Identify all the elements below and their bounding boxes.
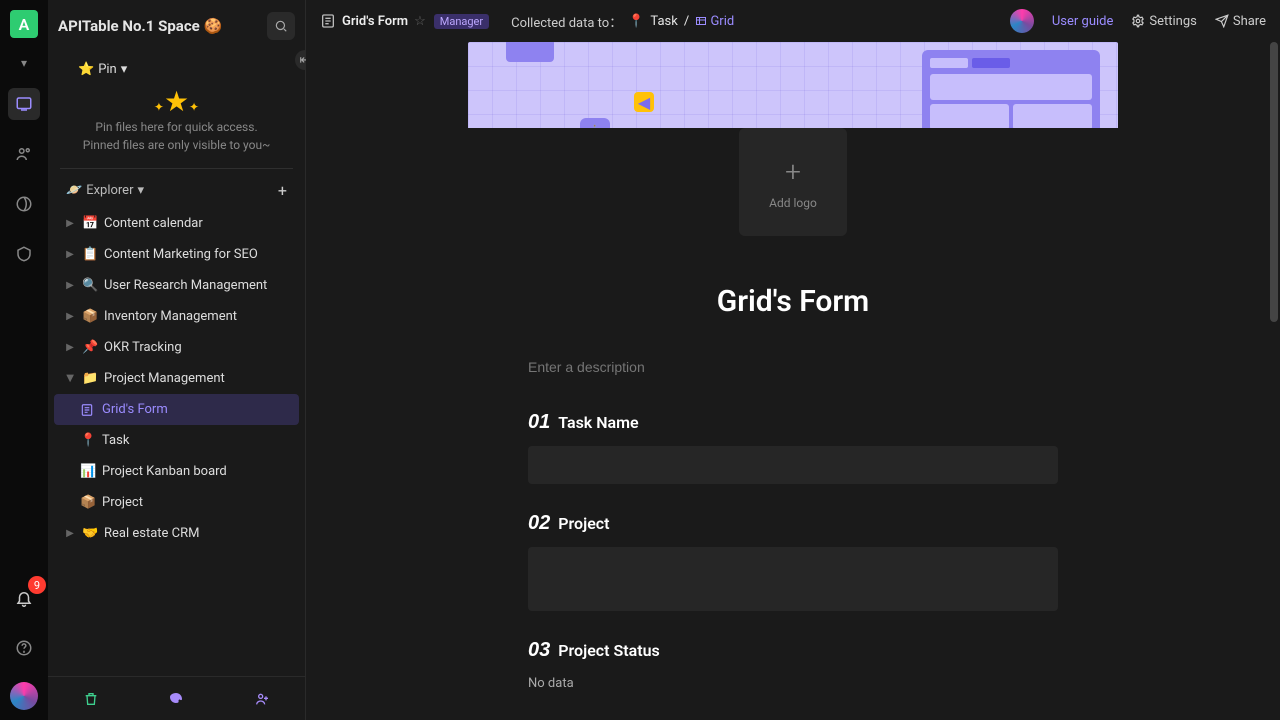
field-name: Project Status <box>558 641 660 660</box>
workspace-chevron[interactable]: ▾ <box>21 56 27 70</box>
form-scroll[interactable]: ◀ 🤖 ♥ ••••• + Add logo <box>306 42 1280 720</box>
tree-item-kanban[interactable]: 📊Project Kanban board <box>54 456 299 487</box>
tree-item[interactable]: ▶📌OKR Tracking <box>54 332 299 363</box>
scrollbar[interactable] <box>1270 42 1278 720</box>
field-name: Task Name <box>558 413 638 432</box>
task-name-input[interactable] <box>528 446 1058 484</box>
collected-label: Collected data to： <box>511 12 622 31</box>
rail-contacts-icon[interactable] <box>8 138 40 170</box>
tree-item[interactable]: ▶🤝Real estate CRM <box>54 518 299 549</box>
pin-star-icon: ★ <box>164 85 189 118</box>
pin-hint-2: Pinned files are only visible to you~ <box>78 136 275 154</box>
tree-item[interactable]: ▶🔍User Research Management <box>54 270 299 301</box>
explorer-tree: ▶📅Content calendar ▶📋Content Marketing f… <box>48 208 305 676</box>
notifications-icon[interactable]: 9 <box>8 582 40 614</box>
role-tag: Manager <box>434 14 489 29</box>
trash-icon[interactable] <box>83 691 99 707</box>
play-icon: ◀ <box>634 92 654 112</box>
share-button[interactable]: Share <box>1215 14 1266 29</box>
tree-item[interactable]: ▶📦Inventory Management <box>54 301 299 332</box>
help-icon[interactable] <box>8 632 40 664</box>
form-title[interactable]: Grid's Form <box>468 284 1118 319</box>
chevron-down-icon: ▾ <box>137 183 144 198</box>
main: Grid's Form ☆ Manager Collected data to：… <box>306 0 1280 720</box>
form-field: 01 Task Name <box>468 411 1118 484</box>
tree-item-project-management[interactable]: ▶📁Project Management <box>54 363 299 394</box>
tree-item[interactable]: ▶📋Content Marketing for SEO <box>54 239 299 270</box>
sidebar: APITable No.1 Space🍪 ⭐ Pin ▾ ✦★✦ Pin fil… <box>48 0 306 720</box>
field-nodata: No data <box>528 676 1058 691</box>
folder-icon: 📁 <box>82 371 98 386</box>
settings-button[interactable]: Settings <box>1131 14 1196 29</box>
breadcrumb-task-icon: 📍 <box>628 14 644 29</box>
pin-icon: 📌 <box>82 340 98 355</box>
brand-logo-icon[interactable] <box>1010 9 1034 33</box>
breadcrumb-sep: / <box>684 14 689 29</box>
rail-management-icon[interactable] <box>8 238 40 270</box>
workspace-avatar[interactable]: A <box>10 10 38 38</box>
add-logo-button[interactable]: + Add logo <box>739 128 847 236</box>
box-icon: 📦 <box>82 309 98 324</box>
pin-section: ⭐ Pin ▾ ✦★✦ Pin files here for quick acc… <box>60 52 293 169</box>
rocket-icon: 🪐 <box>66 183 82 198</box>
space-emoji-icon: 🍪 <box>204 17 223 35</box>
notification-badge: 9 <box>28 576 46 594</box>
breadcrumb-task[interactable]: Task <box>650 14 677 29</box>
member-icon[interactable] <box>254 691 270 707</box>
sidebar-bottom-bar <box>48 676 305 720</box>
plus-icon: + <box>785 155 801 188</box>
form-description-input[interactable] <box>528 351 1058 383</box>
calendar-icon: 📅 <box>82 216 98 231</box>
form-canvas: ◀ 🤖 ♥ ••••• + Add logo <box>468 42 1118 720</box>
theme-icon[interactable] <box>168 691 184 707</box>
form-field: 03 Project Status No data <box>468 639 1118 691</box>
tree-item[interactable]: ▶📅Content calendar <box>54 208 299 239</box>
star-icon: ⭐ <box>78 62 94 77</box>
search-button[interactable] <box>267 12 295 40</box>
breadcrumb-view[interactable]: Grid <box>695 14 734 29</box>
rail-template-icon[interactable] <box>8 188 40 220</box>
handshake-icon: 🤝 <box>82 526 98 541</box>
form-icon <box>80 403 96 417</box>
brand-logo-icon[interactable] <box>10 682 38 710</box>
doc-icon: 📋 <box>82 247 98 262</box>
explorer-toggle[interactable]: 🪐 Explorer ▾ <box>66 183 144 198</box>
project-input[interactable] <box>528 547 1058 611</box>
page-title: Grid's Form <box>342 14 408 29</box>
tree-item-task[interactable]: 📍Task <box>54 425 299 456</box>
board-icon: 📊 <box>80 464 96 479</box>
user-guide-link[interactable]: User guide <box>1052 14 1114 29</box>
favorite-star-icon[interactable]: ☆ <box>414 14 426 29</box>
tree-item-project[interactable]: 📦Project <box>54 487 299 518</box>
box-icon: 📦 <box>80 495 96 510</box>
form-icon <box>320 13 336 29</box>
field-number: 01 <box>528 411 550 434</box>
tree-item-grids-form[interactable]: Grid's Form <box>54 394 299 425</box>
form-field: 02 Project <box>468 512 1118 611</box>
chevron-down-icon: ▾ <box>121 62 128 77</box>
pin-toggle[interactable]: ⭐ Pin ▾ <box>78 62 275 77</box>
magnifier-icon: 🔍 <box>82 278 98 293</box>
topbar: Grid's Form ☆ Manager Collected data to：… <box>306 0 1280 42</box>
field-number: 02 <box>528 512 550 535</box>
rail-workbench-icon[interactable] <box>8 88 40 120</box>
field-number: 03 <box>528 639 550 662</box>
pin-icon: 📍 <box>80 433 96 448</box>
space-name[interactable]: APITable No.1 Space🍪 <box>58 17 267 35</box>
field-name: Project <box>558 514 609 533</box>
add-node-button[interactable]: + <box>278 181 287 200</box>
nav-rail: A ▾ 9 <box>0 0 48 720</box>
pin-hint: Pin files here for quick access. <box>78 118 275 136</box>
